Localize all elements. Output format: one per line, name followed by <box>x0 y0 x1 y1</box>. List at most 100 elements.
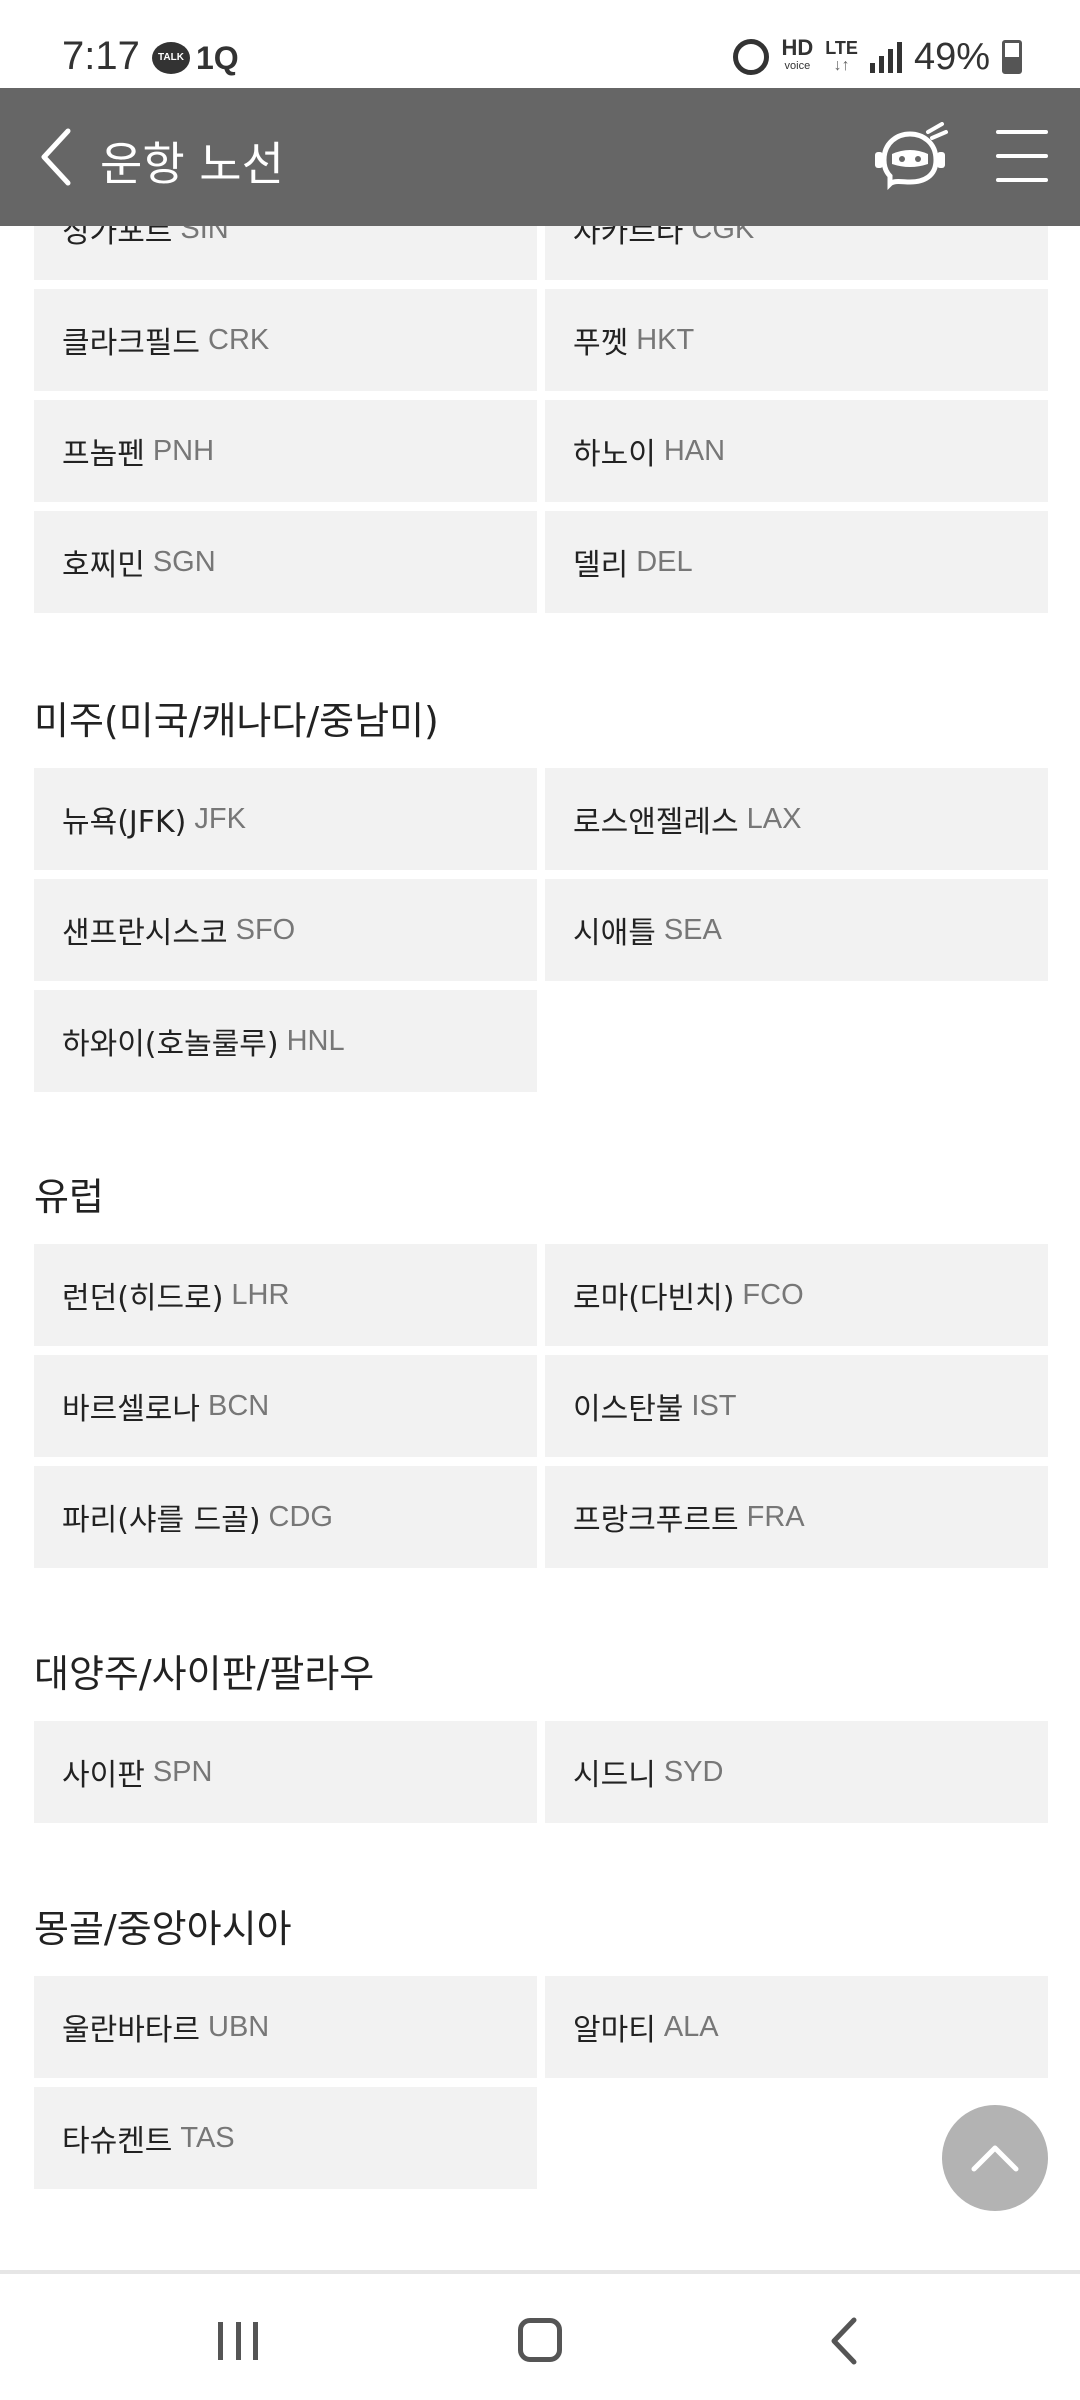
nav-back-icon[interactable] <box>820 2314 870 2368</box>
route-code: SEA <box>663 913 722 946</box>
route-item[interactable]: 런던(히드로) LHR <box>34 1244 537 1346</box>
app-header: 운항 노선 <box>0 88 1080 226</box>
status-bar: 7:17 TALK 1Q HD voice LTE ↓↑ 49% <box>0 0 1080 88</box>
kakaotalk-notification-icon: TALK <box>152 42 190 74</box>
route-list[interactable]: 싱가포르 SIN 자카르타 CGK 클라크필드 CRK 푸껫 HKT 프놈펜 P… <box>0 226 1080 2261</box>
route-code: CDG <box>268 1500 333 1533</box>
route-name: 싱가포르 <box>62 226 173 250</box>
route-name: 로마(다빈치) <box>573 1281 735 1316</box>
route-name: 하노이 <box>573 437 656 472</box>
route-name: 샌프란시스코 <box>62 916 228 951</box>
lte-label: LTE <box>825 38 858 58</box>
route-name: 호찌민 <box>62 548 145 583</box>
route-name: 타슈켄트 <box>62 2124 173 2159</box>
status-time: 7:17 <box>62 34 140 78</box>
route-code: ALA <box>663 2010 719 2043</box>
route-name: 시드니 <box>573 1758 656 1793</box>
chatbot-button[interactable] <box>870 122 950 194</box>
route-name: 사이판 <box>62 1758 145 1793</box>
signal-icon <box>869 41 902 73</box>
route-name: 바르셀로나 <box>62 1392 200 1427</box>
hd-voice-icon: HD voice <box>781 37 813 75</box>
route-name: 하와이(호놀룰루) <box>62 1027 279 1062</box>
battery-icon <box>1002 40 1022 74</box>
hd-sub-label: voice <box>784 60 811 72</box>
route-name: 델리 <box>573 548 629 583</box>
route-code: HAN <box>663 434 726 467</box>
europe-routes-grid: 런던(히드로) LHR 로마(다빈치) FCO 바르셀로나 BCN 이스탄불 I… <box>34 1244 1048 1568</box>
back-button[interactable] <box>26 122 86 192</box>
route-name: 뉴욕(JFK) <box>62 805 187 840</box>
recent-apps-icon[interactable] <box>218 2322 258 2360</box>
route-name: 런던(히드로) <box>62 1281 224 1316</box>
route-item[interactable]: 호찌민 SGN <box>34 511 537 613</box>
battery-percent: 49% <box>913 35 990 78</box>
route-item[interactable]: 프랑크푸르트 FRA <box>545 1466 1048 1568</box>
route-item[interactable]: 하노이 HAN <box>545 400 1048 502</box>
route-item[interactable]: 시드니 SYD <box>545 1721 1048 1823</box>
route-item[interactable]: 클라크필드 CRK <box>34 289 537 391</box>
route-name: 시애틀 <box>573 916 656 951</box>
route-name: 클라크필드 <box>62 326 200 361</box>
route-item[interactable]: 사이판 SPN <box>34 1721 537 1823</box>
system-nav-bar <box>0 2270 1080 2400</box>
route-code: SFO <box>235 913 296 946</box>
chatbot-icon <box>875 122 948 191</box>
route-name: 울란바타르 <box>62 2013 200 2048</box>
route-item[interactable]: 로마(다빈치) FCO <box>545 1244 1048 1346</box>
route-item[interactable]: 프놈펜 PNH <box>34 400 537 502</box>
route-code: TAS <box>180 2121 235 2154</box>
route-item[interactable]: 자카르타 CGK <box>545 226 1048 280</box>
route-name: 프놈펜 <box>62 437 145 472</box>
route-code: SYD <box>663 1755 724 1788</box>
home-icon[interactable] <box>518 2318 562 2362</box>
scroll-to-top-button[interactable] <box>942 2105 1048 2211</box>
route-item[interactable]: 파리(샤를 드골) CDG <box>34 1466 537 1568</box>
americas-routes-grid: 뉴욕(JFK) JFK 로스앤젤레스 LAX 샌프란시스코 SFO 시애틀 SE… <box>34 768 1048 1092</box>
route-code: LAX <box>746 802 802 835</box>
route-item[interactable]: 시애틀 SEA <box>545 879 1048 981</box>
route-item[interactable]: 이스탄불 IST <box>545 1355 1048 1457</box>
route-item[interactable]: 하와이(호놀룰루) HNL <box>34 990 537 1092</box>
chevron-left-icon <box>41 128 71 186</box>
asia-routes-grid: 싱가포르 SIN 자카르타 CGK 클라크필드 CRK 푸껫 HKT 프놈펜 P… <box>34 226 1048 613</box>
section-title-central-asia: 몽골/중앙아시아 <box>34 1907 292 1951</box>
route-code: LHR <box>231 1278 290 1311</box>
route-code: IST <box>691 1389 737 1422</box>
lte-icon: LTE ↓↑ <box>825 39 858 75</box>
route-item[interactable]: 싱가포르 SIN <box>34 226 537 280</box>
app-notification-icon: 1Q <box>196 40 239 76</box>
section-title-americas: 미주(미국/캐나다/중남미) <box>34 699 439 743</box>
oceania-routes-grid: 사이판 SPN 시드니 SYD <box>34 1721 1048 1823</box>
alarm-icon <box>733 39 770 75</box>
route-code: PNH <box>152 434 215 467</box>
route-item[interactable]: 샌프란시스코 SFO <box>34 879 537 981</box>
lte-arrows: ↓↑ <box>833 57 850 74</box>
route-code: CGK <box>691 226 755 245</box>
route-name: 푸껫 <box>573 326 629 361</box>
route-code: DEL <box>636 545 693 578</box>
route-code: SGN <box>152 545 216 578</box>
route-name: 로스앤젤레스 <box>573 805 739 840</box>
route-code: JFK <box>194 802 246 835</box>
page-title: 운항 노선 <box>100 137 284 191</box>
route-item[interactable]: 타슈켄트 TAS <box>34 2087 537 2189</box>
route-item[interactable]: 울란바타르 UBN <box>34 1976 537 2078</box>
route-item[interactable]: 푸껫 HKT <box>545 289 1048 391</box>
hamburger-menu-icon[interactable] <box>996 130 1048 182</box>
route-code: HKT <box>636 323 695 356</box>
route-item[interactable]: 바르셀로나 BCN <box>34 1355 537 1457</box>
route-item[interactable]: 로스앤젤레스 LAX <box>545 768 1048 870</box>
central-asia-routes-grid: 울란바타르 UBN 알마티 ALA 타슈켄트 TAS <box>34 1976 1048 2189</box>
route-item[interactable]: 알마티 ALA <box>545 1976 1048 2078</box>
route-name: 자카르타 <box>573 226 684 250</box>
route-item[interactable]: 뉴욕(JFK) JFK <box>34 768 537 870</box>
route-code: SPN <box>152 1755 213 1788</box>
status-indicators: HD voice LTE ↓↑ 49% <box>733 34 1022 80</box>
route-name: 알마티 <box>573 2013 656 2048</box>
route-item[interactable]: 델리 DEL <box>545 511 1048 613</box>
route-name: 프랑크푸르트 <box>573 1503 739 1538</box>
chevron-up-icon <box>971 2145 1019 2172</box>
route-code: SIN <box>180 226 229 245</box>
route-name: 파리(샤를 드골) <box>62 1503 261 1538</box>
